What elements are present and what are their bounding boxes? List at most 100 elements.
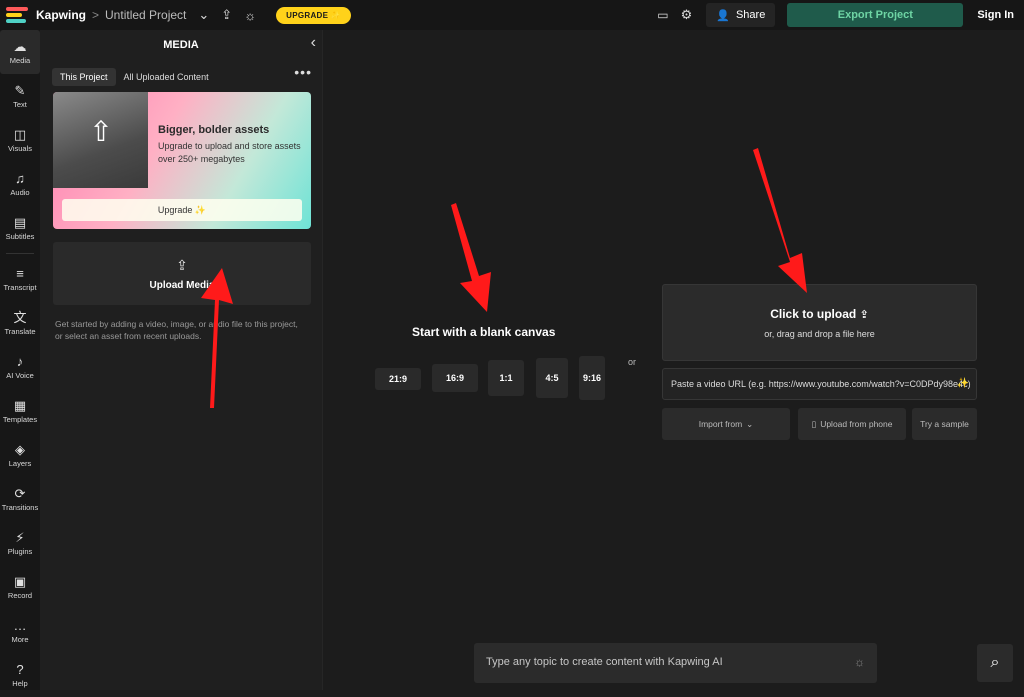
chevron-left-icon[interactable]: ‹	[311, 34, 316, 52]
rail-item-record[interactable]: ▣ Record	[0, 565, 40, 609]
rail-label: Translate	[4, 326, 36, 336]
rail-item-layers[interactable]: ◈ Layers	[0, 433, 40, 477]
rail-item-visuals[interactable]: ◫ Visuals	[0, 118, 40, 162]
record-icon: ▣	[13, 573, 27, 589]
drop-title: Click to upload ⇪	[770, 307, 869, 321]
brand-name[interactable]: Kapwing	[36, 8, 86, 22]
plugins-icon: ⚡	[15, 529, 25, 545]
ratio-9-16-button[interactable]: 9:16	[579, 356, 605, 400]
ai-prompt-placeholder: Type any topic to create content with Ka…	[486, 656, 723, 668]
panel-title: MEDIA	[163, 39, 199, 51]
upload-media-button[interactable]: ⇪ Upload Media	[53, 242, 311, 305]
upload-media-label: Upload Media	[149, 279, 215, 291]
rail-label: Transcript	[3, 282, 37, 292]
ratio-16-9-button[interactable]: 16:9	[432, 364, 478, 392]
rail-item-templates[interactable]: ▦ Templates	[0, 389, 40, 433]
helper-text: Get started by adding a video, image, or…	[55, 319, 298, 341]
rail-label: Text	[13, 99, 27, 109]
left-rail: ☁ Media ✎ Text ◫ Visuals ♫ Audio ▤ Subtitles …	[0, 30, 40, 690]
phone-icon: ▯	[811, 418, 817, 429]
rail-item-transcript[interactable]: ≡ Transcript	[0, 257, 40, 301]
rail-item-subtitles[interactable]: ▤ Subtitles	[0, 206, 40, 250]
rail-item-media[interactable]: ☁ Media	[0, 30, 40, 74]
import-label: Import from	[698, 419, 743, 429]
promo-body: Upgrade to upload and store assets over …	[158, 141, 301, 164]
promo-upgrade-button[interactable]: Upgrade ✨	[62, 199, 302, 221]
templates-icon: ▦	[13, 397, 27, 413]
blank-canvas-title: Start with a blank canvas	[412, 325, 556, 339]
ratio-21-9-button[interactable]: 21:9	[375, 368, 421, 390]
rail-item-more[interactable]: … More	[0, 609, 40, 653]
rail-item-text[interactable]: ✎ Text	[0, 74, 40, 118]
tab-this-project[interactable]: This Project	[52, 68, 116, 86]
main-canvas-area: Start with a blank canvas 21:9 16:9 1:1 …	[328, 30, 1024, 690]
comments-icon[interactable]: ▭	[657, 8, 668, 22]
tab-all-uploaded[interactable]: All Uploaded Content	[116, 68, 217, 86]
lightbulb-icon[interactable]: ☼	[244, 8, 256, 23]
export-project-button[interactable]: Export Project	[787, 3, 964, 27]
video-url-input[interactable]: Paste a video URL (e.g. https://www.yout…	[662, 368, 977, 400]
chevron-down-icon[interactable]: ⌄	[198, 7, 209, 23]
upload-arrow-icon: ⇧	[89, 116, 113, 147]
rail-label: More	[11, 634, 29, 644]
search-button[interactable]: ⌕	[977, 644, 1013, 682]
lightbulb-icon[interactable]: ☼	[854, 655, 865, 669]
rail-label: Layers	[8, 458, 32, 468]
rail-label: Templates	[2, 414, 38, 424]
ai-prompt-input[interactable]: Type any topic to create content with Ka…	[474, 643, 877, 683]
chevron-down-icon: ⌄	[746, 418, 754, 429]
rail-item-transitions[interactable]: ⟳ Transitions	[0, 477, 40, 521]
settings-gear-icon[interactable]: ⚙	[681, 7, 693, 23]
media-icon: ☁	[13, 38, 27, 54]
kapwing-logo[interactable]	[6, 7, 28, 23]
upgrade-button[interactable]: UPGRADE ✨	[276, 6, 352, 24]
rail-label: Plugins	[7, 546, 33, 556]
transcript-icon: ≡	[16, 265, 24, 281]
ratio-1-1-button[interactable]: 1:1	[488, 360, 524, 396]
promo-image: ⇧	[53, 92, 148, 188]
help-icon: ?	[16, 661, 24, 677]
url-placeholder: Paste a video URL (e.g. https://www.yout…	[671, 379, 971, 389]
rail-label: Media	[9, 55, 31, 65]
visuals-icon: ◫	[13, 126, 27, 142]
rail-item-translate[interactable]: 文 Translate	[0, 301, 40, 345]
import-from-button[interactable]: Import from ⌄	[662, 408, 790, 440]
share-button[interactable]: 👤 Share	[706, 3, 776, 27]
or-label: or	[628, 357, 637, 367]
transitions-icon: ⟳	[14, 485, 26, 501]
promo-heading: Bigger, bolder assets	[158, 124, 270, 136]
panel-tabs: This Project All Uploaded Content	[52, 68, 217, 86]
project-title[interactable]: Untitled Project	[105, 8, 186, 22]
more-options-icon[interactable]: •••	[294, 64, 312, 80]
rail-label: Subtitles	[5, 231, 35, 241]
sign-in-link[interactable]: Sign In	[977, 9, 1014, 21]
top-bar: Kapwing > Untitled Project ⌄ ⇪ ☼ UPGRADE…	[0, 0, 1024, 30]
rail-item-help[interactable]: ? Help	[0, 653, 40, 697]
rail-item-plugins[interactable]: ⚡ Plugins	[0, 521, 40, 565]
rail-label: Transitions	[1, 502, 39, 512]
share-label: Share	[735, 9, 766, 21]
more-icon: …	[13, 617, 27, 633]
share-upload-icon[interactable]: ⇪	[221, 7, 232, 23]
rail-divider	[6, 253, 34, 254]
upload-icon: ⇪	[176, 256, 188, 273]
text-icon: ✎	[14, 82, 26, 98]
ratio-4-5-button[interactable]: 4:5	[536, 358, 568, 398]
rail-label: Record	[7, 590, 33, 600]
upload-dropzone[interactable]: Click to upload ⇪ or, drag and drop a fi…	[662, 284, 977, 361]
breadcrumb-separator: >	[92, 8, 100, 22]
upgrade-promo-card: ⇧ Bigger, bolder assets Upgrade to uploa…	[53, 92, 311, 229]
subtitles-icon: ▤	[13, 214, 27, 230]
try-sample-button[interactable]: Try a sample	[912, 408, 977, 440]
rail-label: Audio	[10, 187, 30, 197]
rail-item-ai-voice[interactable]: ♪ AI Voice	[0, 345, 40, 389]
rail-item-audio[interactable]: ♫ Audio	[0, 162, 40, 206]
layers-icon: ◈	[15, 441, 25, 457]
user-add-icon: 👤	[716, 9, 730, 22]
upload-from-phone-button[interactable]: ▯ Upload from phone	[798, 408, 906, 440]
drop-subtitle: or, drag and drop a file here	[764, 329, 875, 339]
sparkle-icon[interactable]: ✨	[957, 378, 969, 389]
rail-label: AI Voice	[6, 370, 34, 380]
phone-label: Upload from phone	[820, 419, 893, 429]
audio-icon: ♫	[15, 170, 25, 186]
